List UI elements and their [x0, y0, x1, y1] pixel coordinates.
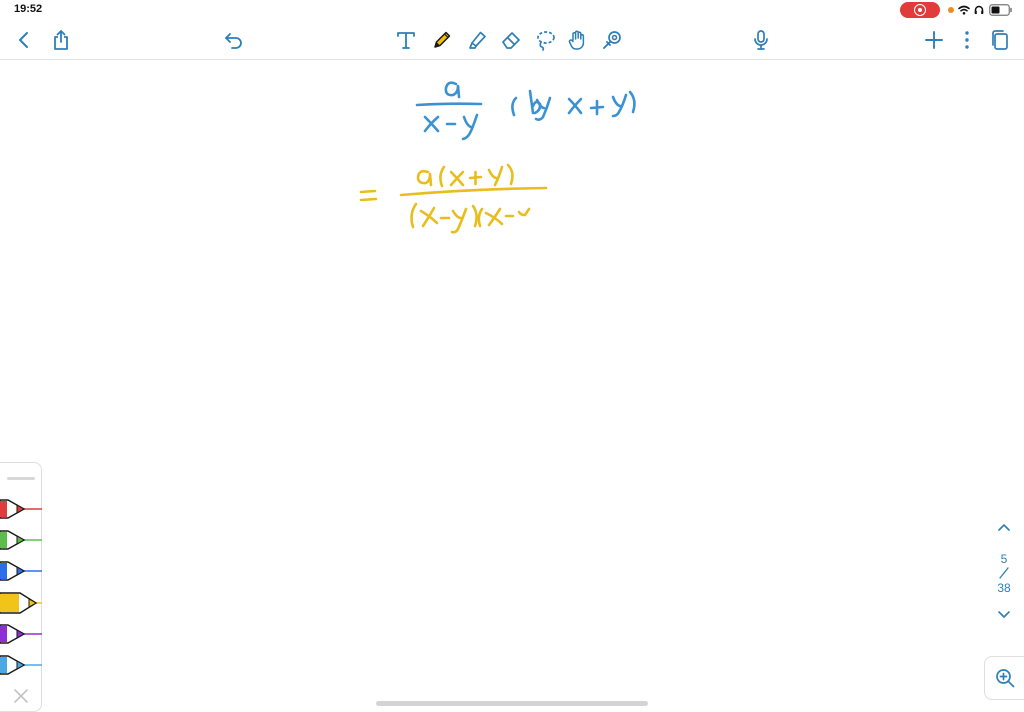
laser-pointer-icon	[603, 31, 621, 49]
hand-tool-icon	[568, 30, 585, 50]
text-tool-icon	[397, 32, 415, 49]
pen-tray	[0, 462, 42, 712]
zoom-in-icon	[995, 669, 1014, 688]
page-separator	[999, 567, 1009, 579]
yellow-handwriting	[359, 163, 548, 234]
more-options-button[interactable]	[953, 26, 981, 54]
chevron-left-icon	[19, 32, 28, 48]
share-icon	[54, 30, 68, 50]
note-canvas[interactable]	[0, 61, 1024, 712]
current-page-number: 5	[1000, 552, 1008, 566]
eraser-tool-button[interactable]	[497, 26, 525, 54]
page-navigator: 5 38	[990, 518, 1018, 628]
highlighter-tool-button[interactable]	[463, 26, 491, 54]
blue-handwriting	[415, 81, 636, 141]
pages-icon	[992, 30, 1008, 50]
pen-tray-pens	[0, 499, 42, 675]
chevron-up-icon[interactable]	[995, 520, 1013, 534]
undo-button[interactable]	[220, 26, 248, 54]
toolbar	[0, 20, 1024, 60]
status-bar: 19:52	[0, 0, 1024, 20]
total-pages: 38	[997, 581, 1011, 595]
green-pen[interactable]	[0, 530, 42, 550]
hand-tool-button[interactable]	[564, 26, 592, 54]
pencil-icon	[434, 31, 451, 48]
more-vertical-icon	[965, 31, 969, 49]
highlighter-icon	[469, 31, 486, 49]
lasso-icon	[537, 31, 555, 51]
laser-pointer-button[interactable]	[598, 26, 626, 54]
pencil-tool-button[interactable]	[428, 26, 456, 54]
back-button[interactable]	[10, 26, 38, 54]
close-icon[interactable]	[12, 687, 30, 705]
zoom-button[interactable]	[984, 656, 1024, 700]
handwritten-notes	[359, 81, 636, 234]
screen-recording-indicator[interactable]	[900, 2, 940, 18]
share-button[interactable]	[47, 26, 75, 54]
status-time: 19:52	[14, 3, 43, 15]
chevron-down-icon[interactable]	[995, 608, 1013, 622]
eraser-icon	[502, 32, 520, 49]
pages-overview-button[interactable]	[986, 26, 1014, 54]
wifi-icon	[958, 5, 970, 15]
text-tool-button[interactable]	[392, 26, 420, 54]
plus-icon	[925, 31, 943, 49]
microphone-in-use-dot	[948, 7, 954, 13]
purple-pen[interactable]	[0, 624, 42, 644]
microphone-icon	[754, 30, 768, 50]
headphones-icon	[974, 5, 984, 14]
lasso-tool-button[interactable]	[531, 26, 559, 54]
battery-icon	[989, 4, 1012, 16]
blue-pen[interactable]	[0, 561, 42, 581]
undo-icon	[225, 33, 242, 49]
light-blue-pen[interactable]	[0, 655, 42, 675]
home-indicator[interactable]	[376, 701, 648, 706]
microphone-button[interactable]	[747, 26, 775, 54]
add-page-button[interactable]	[920, 26, 948, 54]
yellow-pen[interactable]	[0, 592, 42, 614]
red-pen[interactable]	[0, 499, 42, 519]
